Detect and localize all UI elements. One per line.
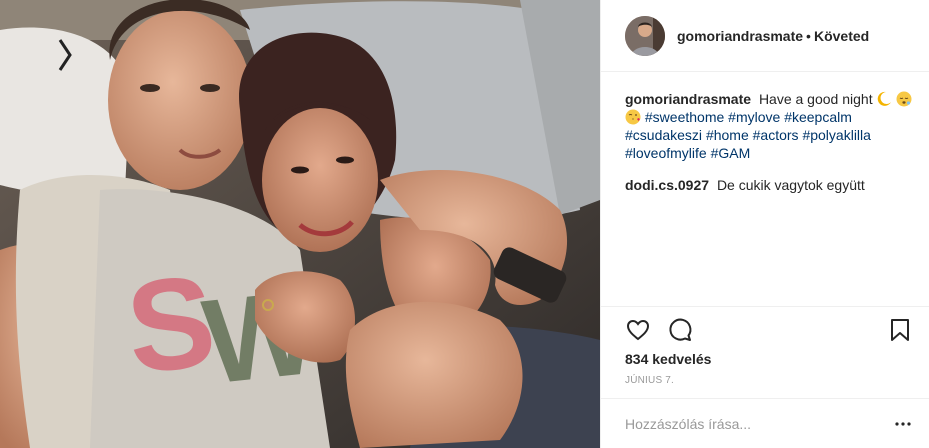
sleeping-face-icon [896,91,912,107]
post-header: gomoriandrasmate • Követed [601,0,929,72]
hashtag[interactable]: #polyaklilla [802,127,870,143]
post-sidebar: gomoriandrasmate • Követed gomoriandrasmat… [600,0,929,448]
post-photo[interactable]: S W [0,0,600,448]
header-username[interactable]: gomoriandrasmate [677,28,803,44]
ellipsis-icon [895,421,911,426]
hashtag[interactable]: #loveofmylife [625,145,707,161]
comment-icon[interactable] [667,317,693,343]
follow-status[interactable]: Követed [814,28,869,44]
instagram-post: S W gomoriandrasmate • Követed gomoriand… [0,0,929,448]
blowing-kiss-icon [625,109,641,125]
caption: gomoriandrasmate Have a good night #swee… [625,90,913,162]
caption-text: Have a good night [758,91,873,107]
hashtag[interactable]: #actors [753,127,799,143]
comment-input[interactable] [625,415,893,432]
heart-icon[interactable] [625,317,651,343]
more-options-icon[interactable] [893,414,913,434]
hashtag[interactable]: #sweethome [645,109,724,125]
post-actions: 834 kedvelés JÚNIUS 7. [601,306,929,386]
comments-section: gomoriandrasmate Have a good night #swee… [601,72,929,194]
post-date[interactable]: JÚNIUS 7. [625,375,913,386]
avatar-image [625,15,665,56]
hashtag[interactable]: #GAM [711,145,751,161]
avatar[interactable] [625,15,665,56]
crescent-moon-icon [878,91,892,106]
caption-username[interactable]: gomoriandrasmate [625,91,751,107]
hashtag[interactable]: #home [706,127,749,143]
likes-count[interactable]: 834 kedvelés [625,351,913,367]
action-icons [625,307,913,353]
photo-couple-in-bed: S W [0,0,600,448]
comment: dodi.cs.0927 De cukik vagytok együtt [625,176,913,194]
add-comment-bar [601,398,929,448]
comment-text: De cukik vagytok együtt [716,177,865,193]
bookmark-icon[interactable] [887,317,913,343]
comment-username[interactable]: dodi.cs.0927 [625,177,709,193]
separator-dot: • [806,27,811,44]
hashtag[interactable]: #csudakeszi [625,127,702,143]
hashtag[interactable]: #mylove [728,109,780,125]
hashtag[interactable]: #keepcalm [784,109,852,125]
